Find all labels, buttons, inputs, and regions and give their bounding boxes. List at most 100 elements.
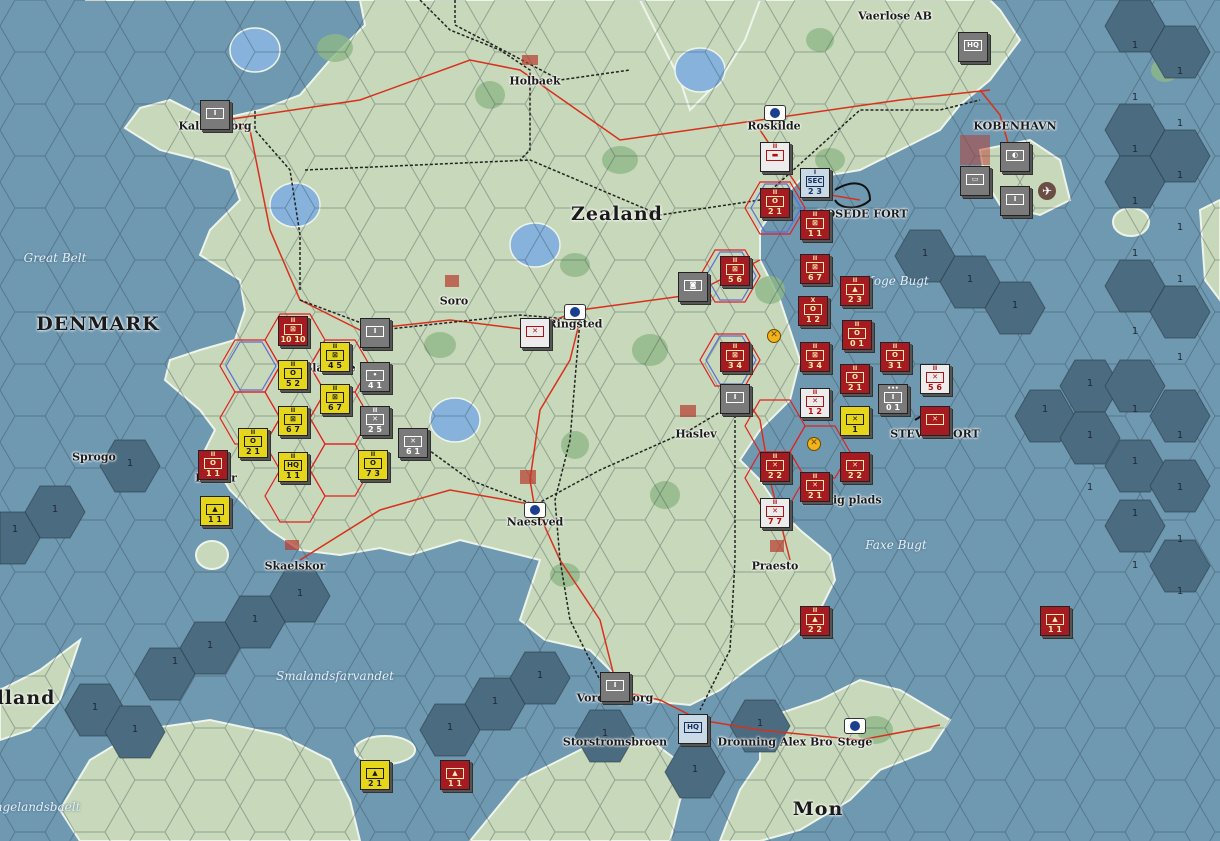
sea-hex-value: 1 <box>1132 248 1138 259</box>
unit-counter[interactable]: II O 2 1 <box>840 364 870 394</box>
unit-size: II <box>290 361 296 368</box>
unit-counter[interactable]: II ▲ 2 2 <box>800 606 830 636</box>
unit-size: II <box>732 343 738 350</box>
unit-type-icon: ▲ <box>366 768 384 779</box>
unit-type-icon: ⊠ <box>806 350 824 361</box>
sea-hex-value: 1 <box>1132 196 1138 207</box>
unit-type-icon: ⊠ <box>326 392 344 403</box>
unit-counter[interactable]: ✕ <box>520 318 550 348</box>
unit-counter[interactable]: II O 5 2 <box>278 360 308 390</box>
unit-type-icon: ✕ <box>366 414 384 425</box>
unit-counter[interactable]: II ⊠ 3 4 <box>720 342 750 372</box>
unit-type-icon: ✕ <box>806 396 824 407</box>
sea-hex-value: 1 <box>127 458 133 469</box>
unit-counter[interactable]: II ✕ 5 6 <box>920 364 950 394</box>
unit-counter[interactable]: II ▲ 2 3 <box>840 276 870 306</box>
unit-size: ••• <box>887 385 899 392</box>
unit-counter[interactable]: II ⊠ 4 5 <box>320 342 350 372</box>
unit-type-icon: ⊠ <box>726 264 744 275</box>
objective-icon[interactable]: ✕ <box>807 437 821 451</box>
unit-strength: 6 1 <box>406 447 420 456</box>
city-icon[interactable] <box>844 718 866 734</box>
unit-counter[interactable]: II ✕ 1 2 <box>800 388 830 418</box>
unit-size: II <box>332 385 338 392</box>
unit-type-icon: ✕ <box>846 414 864 425</box>
sea-hex-value: 1 <box>1132 560 1138 571</box>
unit-counter[interactable]: ▲1 1 <box>200 496 230 526</box>
unit-type-icon: ✕ <box>926 414 944 425</box>
unit-counter[interactable]: II O 3 1 <box>880 342 910 372</box>
unit-type-icon: O <box>848 328 866 339</box>
sea-hex-value: 1 <box>1177 482 1183 493</box>
airfield-icon[interactable]: ✈ <box>1038 182 1056 200</box>
unit-size: II <box>370 451 376 458</box>
unit-counter[interactable]: II HQ 1 1 <box>278 452 308 482</box>
unit-size: II <box>332 343 338 350</box>
unit-counter[interactable]: I SEC 2 3 <box>800 168 830 198</box>
unit-strength: 1 1 <box>206 469 220 478</box>
unit-counter[interactable]: II ⊠ 1 1 <box>800 210 830 240</box>
sea-hex-value: 1 <box>757 718 763 729</box>
unit-counter[interactable]: II ⊠ 6 7 <box>278 406 308 436</box>
objective-icon[interactable]: ✕ <box>767 329 781 343</box>
unit-counter[interactable]: II O 7 3 <box>358 450 388 480</box>
unit-size: X <box>810 297 816 304</box>
sea-hex-value: 1 <box>1177 430 1183 441</box>
unit-type-icon: ◐ <box>1006 150 1024 161</box>
unit-counter[interactable]: ••• I 0 1 <box>878 384 908 414</box>
city-icon[interactable] <box>564 304 586 320</box>
unit-counter[interactable]: ◙ <box>678 272 708 302</box>
unit-counter[interactable]: ▲1 1 <box>440 760 470 790</box>
unit-type-icon: ◙ <box>684 280 702 291</box>
unit-counter[interactable]: I <box>200 100 230 130</box>
unit-counter[interactable]: ✕ 6 1 <box>398 428 428 458</box>
unit-counter[interactable]: II ▬ <box>760 142 790 172</box>
unit-counter[interactable]: II ✕ 2 5 <box>360 406 390 436</box>
sea-hex-value: 1 <box>132 724 138 735</box>
unit-strength: 10 10 <box>280 335 306 344</box>
unit-counter[interactable]: ✕ 1 <box>840 406 870 436</box>
unit-counter[interactable]: II O 1 1 <box>198 450 228 480</box>
unit-counter[interactable]: HQ <box>958 32 988 62</box>
unit-strength: 3 4 <box>728 361 742 370</box>
sea-hex-value: 1 <box>602 728 608 739</box>
map-terrain[interactable]: 1 1 1 1 1 1 1 1 1 1 1 1 1 1 1 1 1 1 1 1 1 1 1 1 1 1 1 1 1 1 1 1 1 1 1 1 1 1 1 1… <box>0 0 1220 841</box>
unit-counter[interactable]: XO1 2 <box>798 296 828 326</box>
unit-counter[interactable]: II ✕ 2 1 <box>800 472 830 502</box>
unit-counter[interactable]: I <box>720 384 750 414</box>
game-map[interactable]: 1 1 1 1 1 1 1 1 1 1 1 1 1 1 1 1 1 1 1 1 1 1 1 1 1 1 1 1 1 1 1 1 1 1 1 1 1 1 1 1… <box>0 0 1220 841</box>
unit-counter[interactable]: II O 0 1 <box>842 320 872 350</box>
unit-counter[interactable]: ✕ 2 2 <box>840 452 870 482</box>
unit-counter[interactable]: I <box>1000 186 1030 216</box>
unit-size: II <box>290 317 296 324</box>
unit-counter[interactable]: II ⊠ 10 10 <box>278 316 308 346</box>
unit-type-icon: HQ <box>964 40 982 51</box>
unit-counter[interactable]: II ⊠ 6 7 <box>320 384 350 414</box>
unit-counter[interactable]: I <box>360 318 390 348</box>
unit-strength: 1 1 <box>808 229 822 238</box>
sea-hex-value: 1 <box>207 640 213 651</box>
unit-type-icon: ⊠ <box>806 262 824 273</box>
unit-type-icon: O <box>244 436 262 447</box>
unit-counter[interactable]: I <box>600 672 630 702</box>
unit-counter[interactable]: ◐ <box>1000 142 1030 172</box>
sea-hex-value: 1 <box>1132 40 1138 51</box>
city-icon[interactable] <box>524 502 546 518</box>
city-icon[interactable] <box>764 105 786 121</box>
unit-counter[interactable]: ▭ <box>960 166 990 196</box>
unit-counter[interactable]: II ✕ 2 2 <box>760 452 790 482</box>
unit-counter[interactable]: II O 2 1 <box>238 428 268 458</box>
unit-type-icon: ✕ <box>846 460 864 471</box>
unit-counter[interactable]: • 4 1 <box>360 362 390 392</box>
unit-counter[interactable]: II O 2 1 <box>760 188 790 218</box>
unit-counter[interactable]: ✕ <box>920 406 950 436</box>
unit-counter[interactable]: II ✕ 7 7 <box>760 498 790 528</box>
unit-counter[interactable]: II ⊠ 5 6 <box>720 256 750 286</box>
sea-hex-value: 1 <box>1132 144 1138 155</box>
unit-counter[interactable]: II ⊠ 6 7 <box>800 254 830 284</box>
unit-type-icon: ✕ <box>766 506 784 517</box>
unit-counter[interactable]: ▲1 1 <box>1040 606 1070 636</box>
unit-counter[interactable]: II ⊠ 3 4 <box>800 342 830 372</box>
unit-counter[interactable]: ▲ 2 1 <box>360 760 390 790</box>
unit-counter[interactable]: HQ <box>678 714 708 744</box>
